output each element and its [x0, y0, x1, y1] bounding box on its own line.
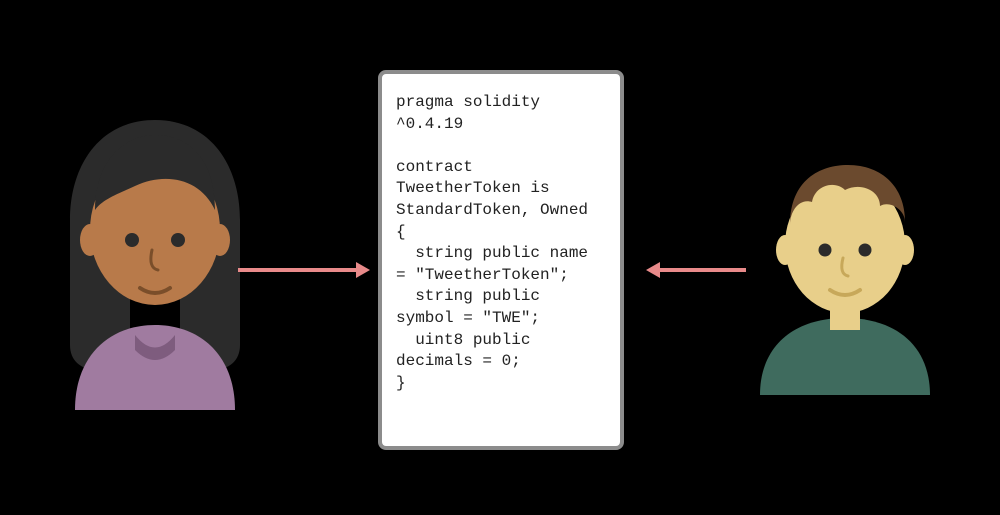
code-text: pragma solidity ^0.4.19 contract Tweethe… [396, 92, 606, 394]
arrow-left-to-code [238, 268, 356, 272]
diagram-stage: pragma solidity ^0.4.19 contract Tweethe… [0, 0, 1000, 515]
man-avatar [740, 140, 950, 400]
arrow-right-to-code [660, 268, 746, 272]
code-panel: pragma solidity ^0.4.19 contract Tweethe… [378, 70, 624, 450]
woman-avatar [40, 100, 270, 420]
